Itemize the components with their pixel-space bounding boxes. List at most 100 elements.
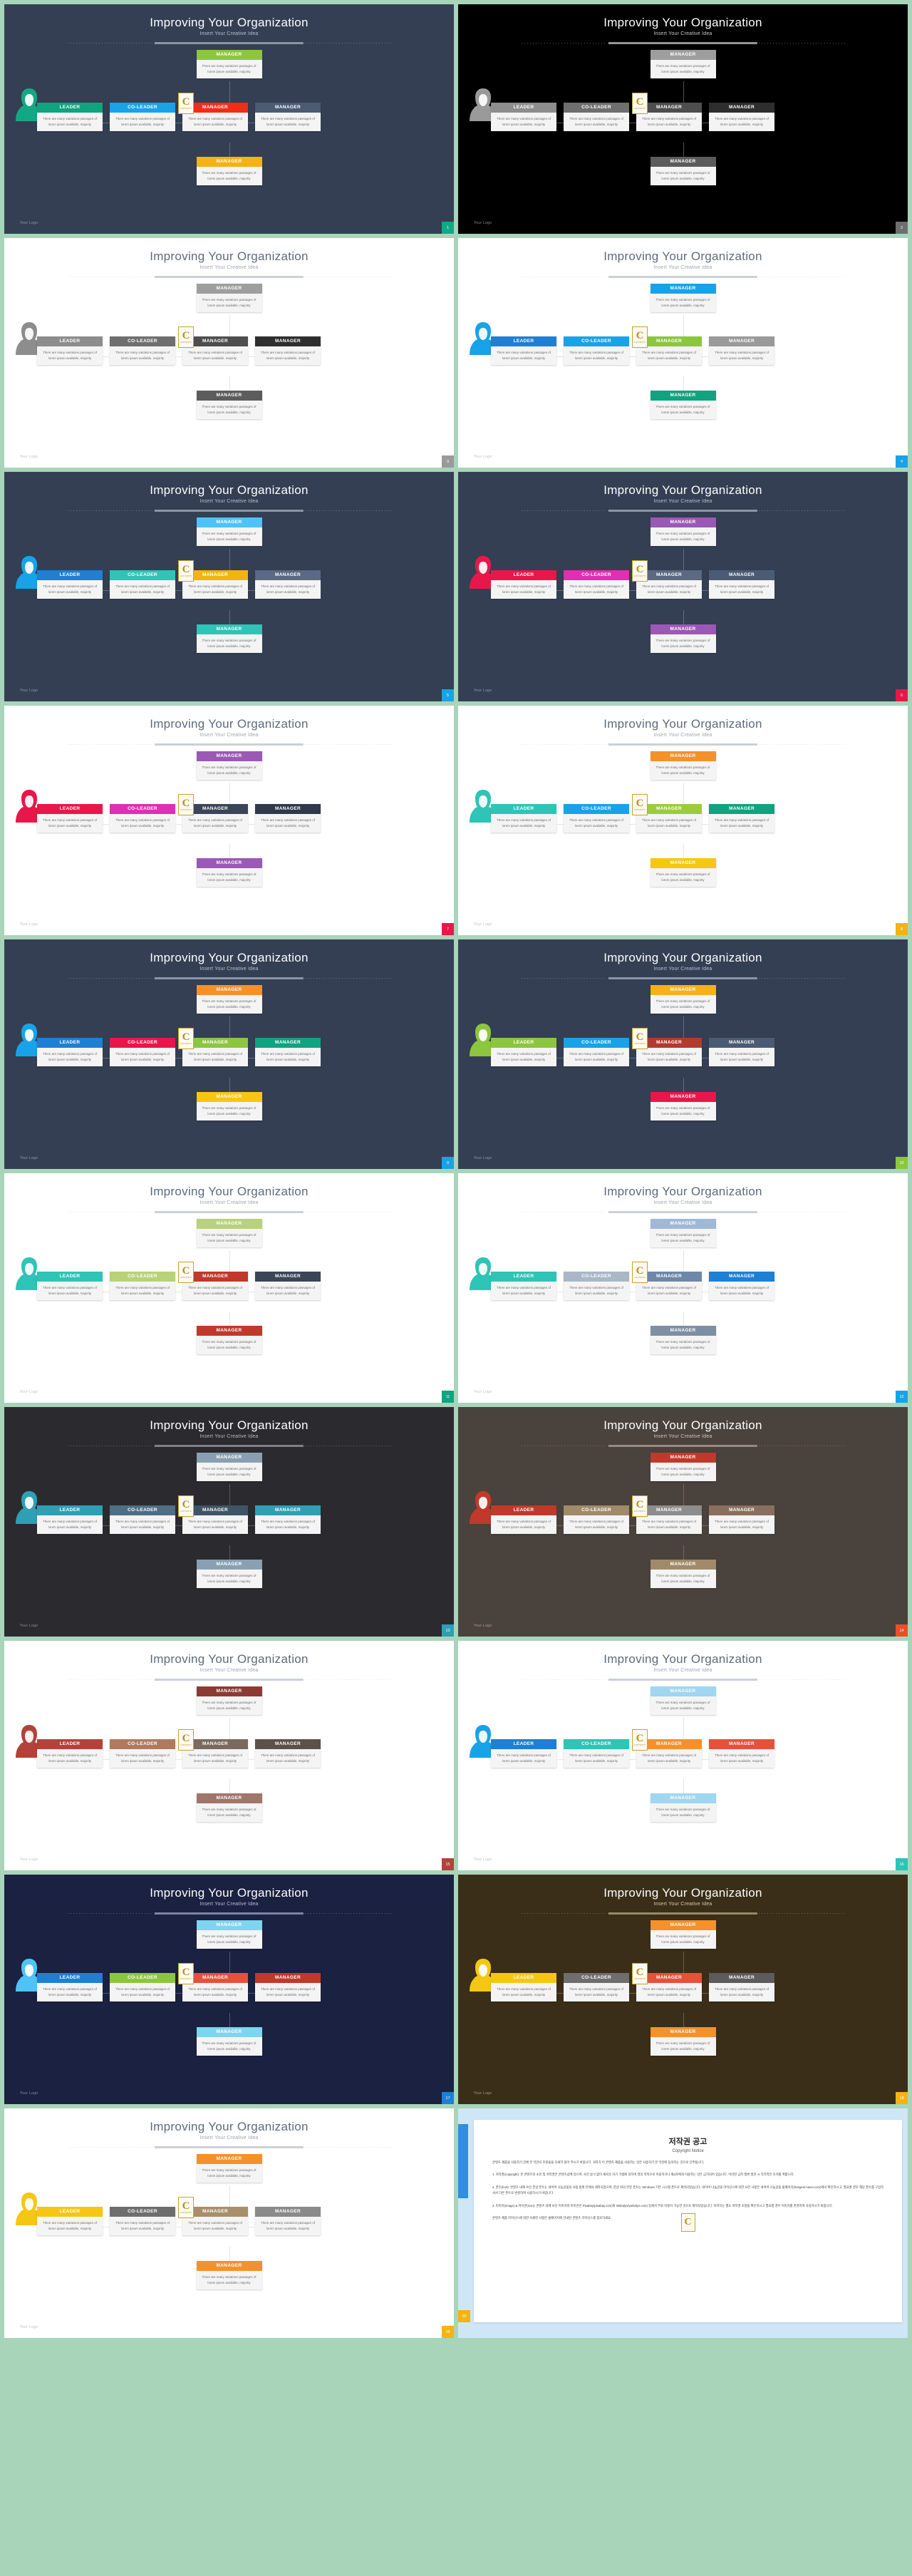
org-node-bottom[interactable]: MANAGER There are many variations passage… (196, 1326, 262, 1355)
org-node-coleader[interactable]: CO-LEADER There are many variations passa… (110, 1973, 175, 2002)
org-node-leader[interactable]: LEADER There are many variations passages… (37, 336, 103, 366)
org-node-manager-4[interactable]: MANAGER There are many variations passage… (709, 804, 774, 833)
slide-thumbnail-6[interactable]: Improving Your Organization Insert Your C… (458, 472, 908, 701)
org-node-leader[interactable]: LEADER There are many variations passages… (37, 103, 103, 132)
org-node-manager-4[interactable]: MANAGER There are many variations passage… (255, 570, 321, 599)
org-node-top[interactable]: MANAGER There are many variations passage… (196, 1920, 262, 1949)
org-node-coleader[interactable]: CO-LEADER There are many variations passa… (110, 103, 175, 132)
org-node-bottom[interactable]: MANAGER There are many variations passage… (650, 391, 716, 420)
slide-thumbnail-1[interactable]: Improving Your Organization Insert Your C… (4, 4, 454, 234)
org-node-coleader[interactable]: CO-LEADER There are many variations passa… (564, 1739, 629, 1768)
org-node-manager-4[interactable]: MANAGER There are many variations passage… (255, 336, 321, 366)
slide-thumbnail-12[interactable]: Improving Your Organization Insert Your C… (458, 1173, 908, 1403)
org-node-bottom[interactable]: MANAGER There are many variations passage… (196, 1793, 262, 1823)
org-node-manager-4[interactable]: MANAGER There are many variations passage… (709, 1038, 774, 1067)
org-node-bottom[interactable]: MANAGER There are many variations passage… (650, 1793, 716, 1823)
org-node-bottom[interactable]: MANAGER There are many variations passage… (650, 1326, 716, 1355)
org-node-manager-4[interactable]: MANAGER There are many variations passage… (255, 804, 321, 833)
slide-thumbnail-2[interactable]: Improving Your Organization Insert Your C… (458, 4, 908, 234)
org-node-manager-4[interactable]: MANAGER There are many variations passage… (255, 1505, 321, 1535)
org-node-top[interactable]: MANAGER There are many variations passage… (650, 284, 716, 313)
org-node-coleader[interactable]: CO-LEADER There are many variations passa… (564, 804, 629, 833)
org-node-bottom[interactable]: MANAGER There are many variations passage… (196, 1092, 262, 1121)
slide-thumbnail-11[interactable]: Improving Your Organization Insert Your C… (4, 1173, 454, 1403)
org-node-coleader[interactable]: CO-LEADER There are many variations passa… (564, 1973, 629, 2002)
org-node-bottom[interactable]: MANAGER There are many variations passage… (196, 2027, 262, 2056)
org-node-top[interactable]: MANAGER There are many variations passage… (196, 1219, 262, 1248)
org-node-manager-4[interactable]: MANAGER There are many variations passage… (709, 1739, 774, 1768)
slide-thumbnail-10[interactable]: Improving Your Organization Insert Your C… (458, 939, 908, 1169)
org-node-coleader[interactable]: CO-LEADER There are many variations passa… (110, 1038, 175, 1067)
org-node-coleader[interactable]: CO-LEADER There are many variations passa… (564, 1505, 629, 1535)
org-node-coleader[interactable]: CO-LEADER There are many variations passa… (110, 1505, 175, 1535)
org-node-manager-4[interactable]: MANAGER There are many variations passage… (255, 1272, 321, 1301)
org-node-coleader[interactable]: CO-LEADER There are many variations passa… (564, 103, 629, 132)
org-node-leader[interactable]: LEADER There are many variations passages… (37, 1973, 103, 2002)
org-node-leader[interactable]: LEADER There are many variations passages… (491, 804, 556, 833)
org-node-top[interactable]: MANAGER There are many variations passage… (650, 517, 716, 547)
slide-thumbnail-7[interactable]: Improving Your Organization Insert Your C… (4, 706, 454, 935)
org-node-coleader[interactable]: CO-LEADER There are many variations passa… (564, 1038, 629, 1067)
org-node-top[interactable]: MANAGER There are many variations passage… (650, 751, 716, 780)
org-node-manager-4[interactable]: MANAGER There are many variations passage… (255, 103, 321, 132)
slide-thumbnail-3[interactable]: Improving Your Organization Insert Your C… (4, 238, 454, 468)
org-node-top[interactable]: MANAGER There are many variations passage… (196, 2154, 262, 2183)
org-node-top[interactable]: MANAGER There are many variations passage… (196, 985, 262, 1014)
org-node-bottom[interactable]: MANAGER There are many variations passage… (650, 1092, 716, 1121)
org-node-leader[interactable]: LEADER There are many variations passages… (37, 2207, 103, 2236)
org-node-coleader[interactable]: CO-LEADER There are many variations passa… (110, 804, 175, 833)
org-node-bottom[interactable]: MANAGER There are many variations passage… (196, 1560, 262, 1589)
slide-thumbnail-19[interactable]: Improving Your Organization Insert Your C… (4, 2108, 454, 2338)
slide-thumbnail-copyright[interactable]: 저작권 공고 Copyright Notice 콘텐츠 제품을 사용하기 전에 본 … (458, 2108, 908, 2338)
org-node-manager-4[interactable]: MANAGER There are many variations passage… (255, 2207, 321, 2236)
org-node-manager-4[interactable]: MANAGER There are many variations passage… (709, 103, 774, 132)
org-node-bottom[interactable]: MANAGER There are many variations passage… (196, 858, 262, 887)
org-node-leader[interactable]: LEADER There are many variations passages… (37, 804, 103, 833)
org-node-coleader[interactable]: CO-LEADER There are many variations passa… (564, 336, 629, 366)
org-node-coleader[interactable]: CO-LEADER There are many variations passa… (110, 336, 175, 366)
org-node-bottom[interactable]: MANAGER There are many variations passage… (196, 391, 262, 420)
org-node-leader[interactable]: LEADER There are many variations passages… (491, 1038, 556, 1067)
slide-thumbnail-8[interactable]: Improving Your Organization Insert Your C… (458, 706, 908, 935)
org-node-top[interactable]: MANAGER There are many variations passage… (196, 1686, 262, 1716)
org-node-top[interactable]: MANAGER There are many variations passage… (196, 50, 262, 79)
org-node-leader[interactable]: LEADER There are many variations passages… (37, 1272, 103, 1301)
org-node-manager-4[interactable]: MANAGER There are many variations passage… (255, 1973, 321, 2002)
org-node-manager-4[interactable]: MANAGER There are many variations passage… (709, 1272, 774, 1301)
org-node-top[interactable]: MANAGER There are many variations passage… (650, 1219, 716, 1248)
org-node-leader[interactable]: LEADER There are many variations passages… (491, 103, 556, 132)
org-node-top[interactable]: MANAGER There are many variations passage… (650, 1686, 716, 1716)
org-node-leader[interactable]: LEADER There are many variations passages… (37, 1739, 103, 1768)
org-node-top[interactable]: MANAGER There are many variations passage… (650, 985, 716, 1014)
org-node-bottom[interactable]: MANAGER There are many variations passage… (650, 1560, 716, 1589)
org-node-leader[interactable]: LEADER There are many variations passages… (491, 1505, 556, 1535)
slide-thumbnail-17[interactable]: Improving Your Organization Insert Your C… (4, 1875, 454, 2104)
org-node-top[interactable]: MANAGER There are many variations passage… (196, 517, 262, 547)
org-node-manager-4[interactable]: MANAGER There are many variations passage… (709, 1973, 774, 2002)
org-node-leader[interactable]: LEADER There are many variations passages… (37, 1038, 103, 1067)
org-node-coleader[interactable]: CO-LEADER There are many variations passa… (564, 1272, 629, 1301)
slide-thumbnail-16[interactable]: Improving Your Organization Insert Your C… (458, 1641, 908, 1870)
org-node-leader[interactable]: LEADER There are many variations passages… (37, 1505, 103, 1535)
org-node-manager-4[interactable]: MANAGER There are many variations passage… (709, 1505, 774, 1535)
org-node-bottom[interactable]: MANAGER There are many variations passage… (650, 157, 716, 186)
slide-thumbnail-4[interactable]: Improving Your Organization Insert Your C… (458, 238, 908, 468)
org-node-bottom[interactable]: MANAGER There are many variations passage… (650, 624, 716, 654)
slide-thumbnail-15[interactable]: Improving Your Organization Insert Your C… (4, 1641, 454, 1870)
org-node-manager-4[interactable]: MANAGER There are many variations passage… (255, 1038, 321, 1067)
org-node-top[interactable]: MANAGER There are many variations passage… (650, 1920, 716, 1949)
org-node-leader[interactable]: LEADER There are many variations passages… (37, 570, 103, 599)
slide-thumbnail-9[interactable]: Improving Your Organization Insert Your C… (4, 939, 454, 1169)
org-node-top[interactable]: MANAGER There are many variations passage… (196, 1453, 262, 1482)
org-node-top[interactable]: MANAGER There are many variations passage… (650, 1453, 716, 1482)
org-node-bottom[interactable]: MANAGER There are many variations passage… (196, 624, 262, 654)
org-node-top[interactable]: MANAGER There are many variations passage… (650, 50, 716, 79)
org-node-leader[interactable]: LEADER There are many variations passages… (491, 570, 556, 599)
org-node-coleader[interactable]: CO-LEADER There are many variations passa… (110, 1739, 175, 1768)
org-node-coleader[interactable]: CO-LEADER There are many variations passa… (110, 570, 175, 599)
org-node-bottom[interactable]: MANAGER There are many variations passage… (650, 2027, 716, 2056)
org-node-coleader[interactable]: CO-LEADER There are many variations passa… (564, 570, 629, 599)
org-node-coleader[interactable]: CO-LEADER There are many variations passa… (110, 1272, 175, 1301)
org-node-leader[interactable]: LEADER There are many variations passages… (491, 1272, 556, 1301)
org-node-top[interactable]: MANAGER There are many variations passage… (196, 284, 262, 313)
